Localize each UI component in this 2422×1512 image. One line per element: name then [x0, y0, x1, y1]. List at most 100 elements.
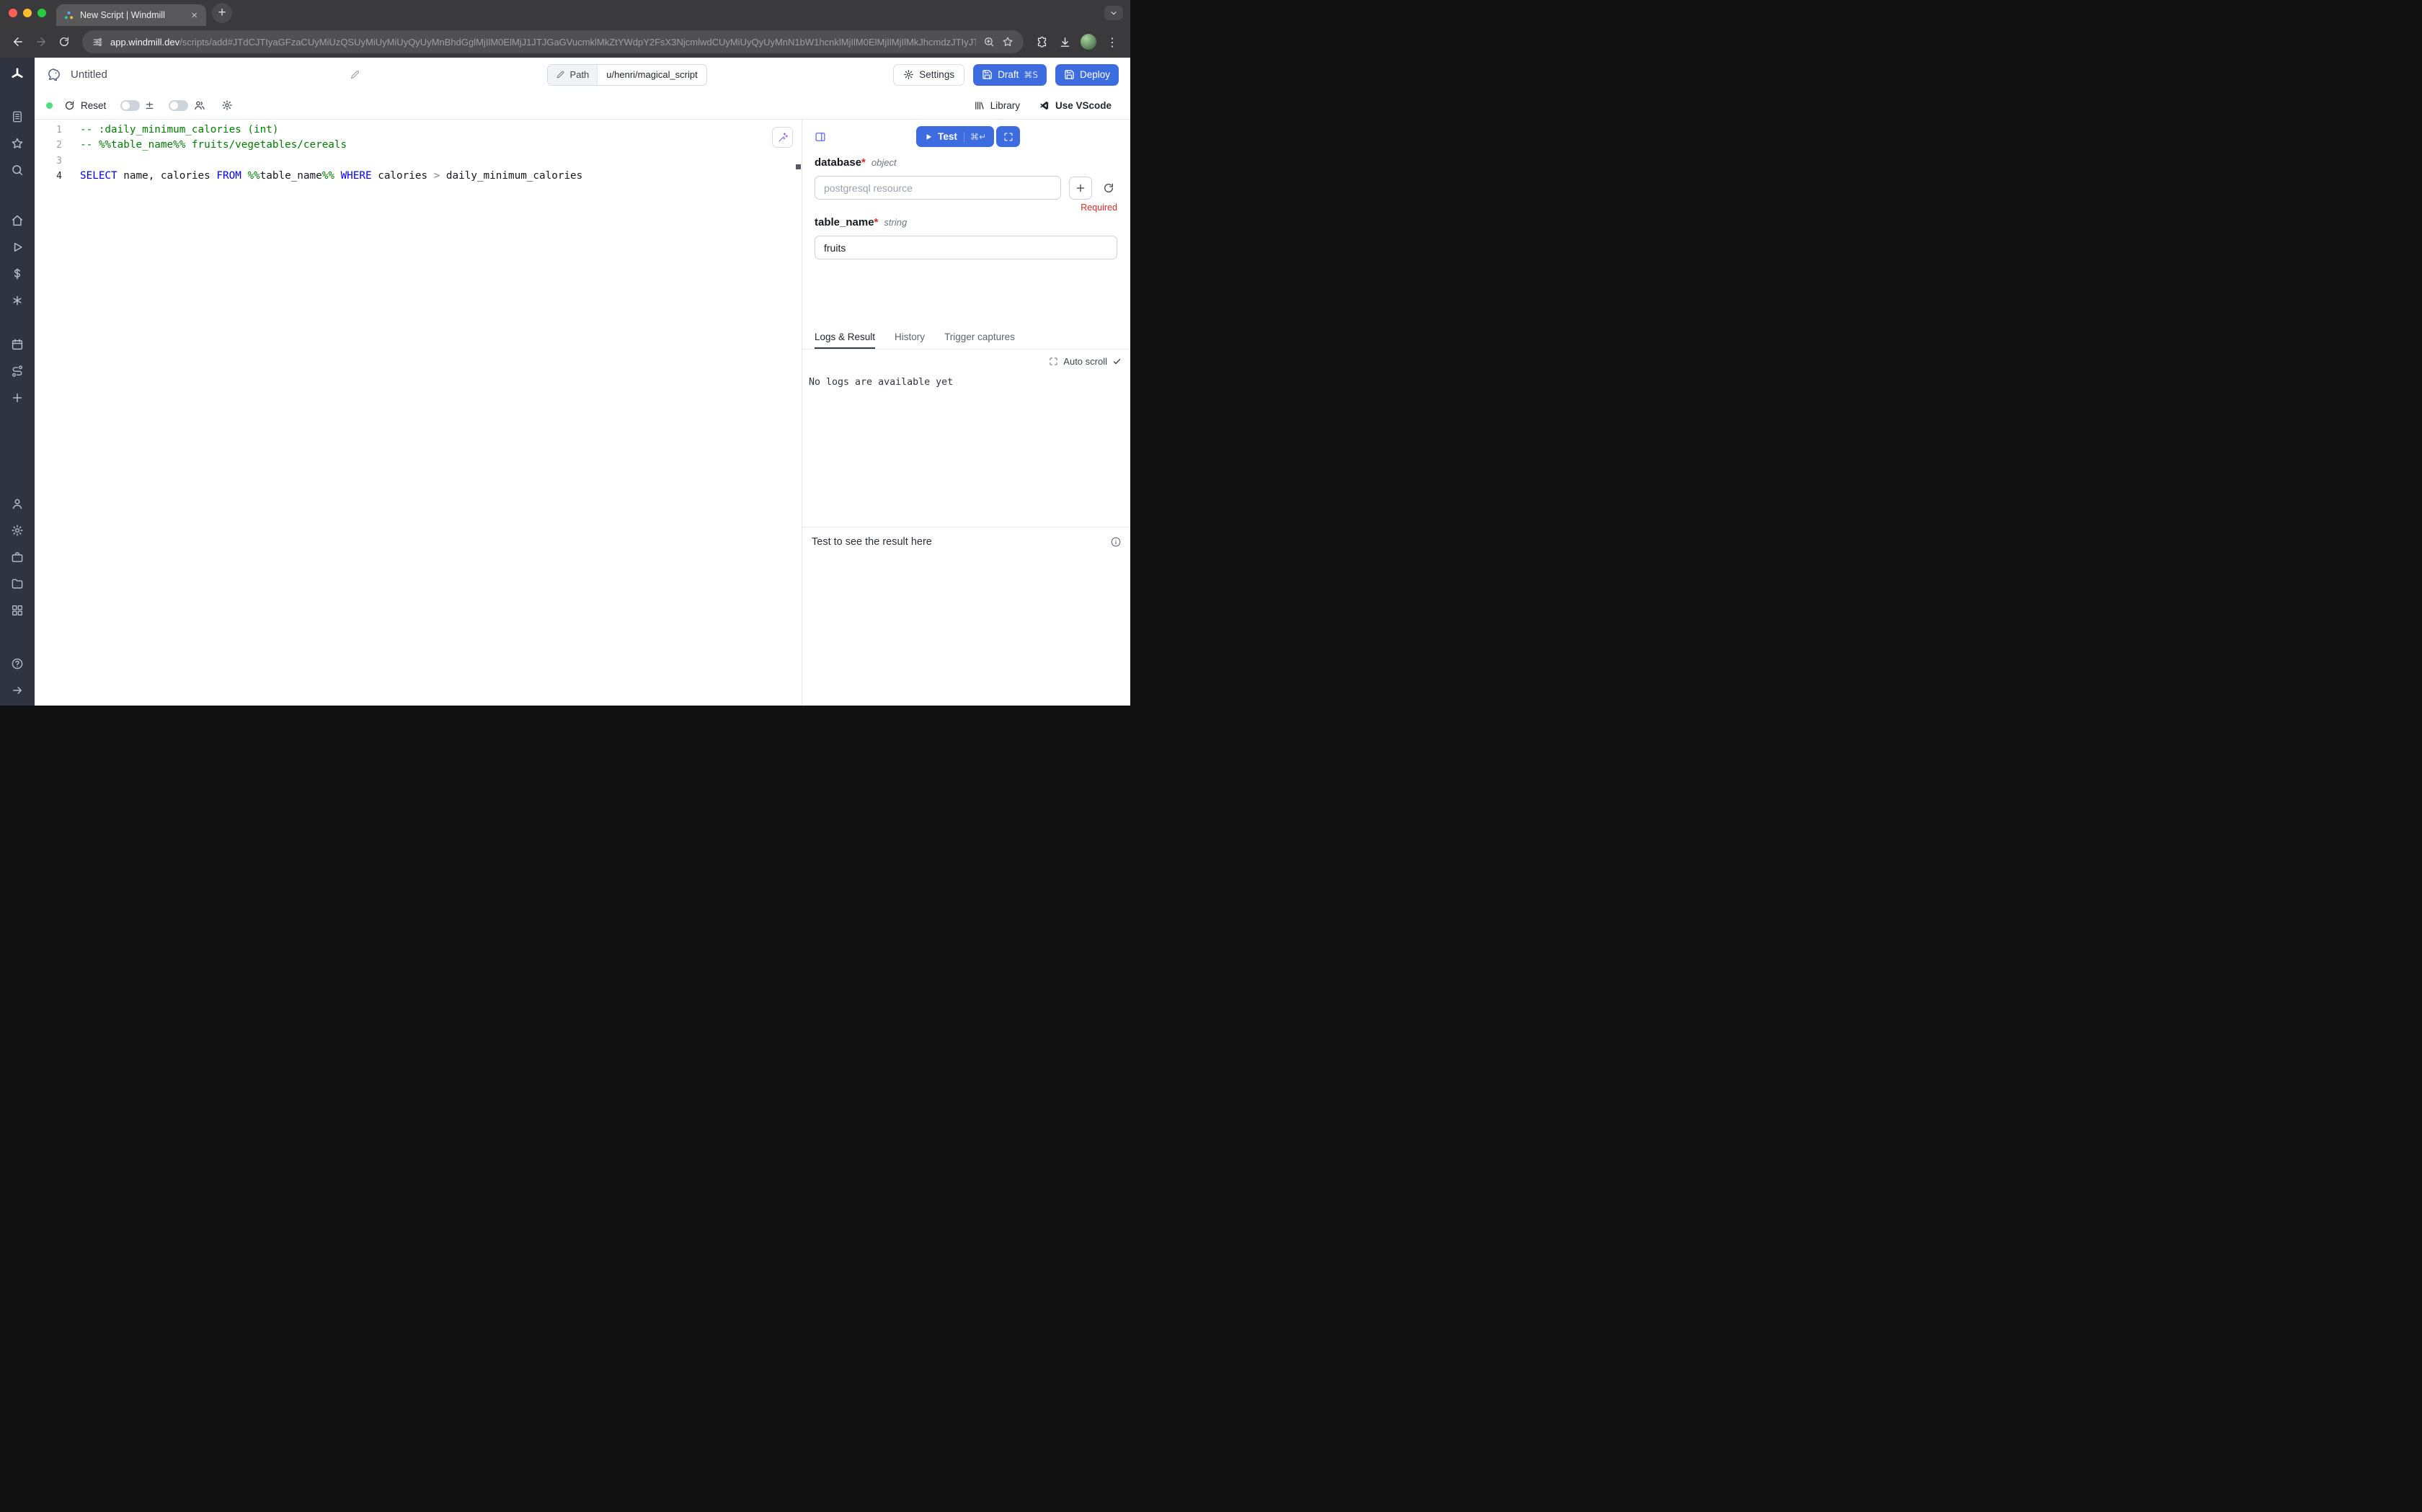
- window-controls: [0, 9, 46, 17]
- sidebar-item-play[interactable]: [11, 241, 24, 254]
- path-selector[interactable]: Path u/henri/magical_script: [547, 64, 707, 86]
- code-text: [62, 154, 80, 169]
- tab-search-button[interactable]: [1104, 6, 1123, 20]
- save-icon: [1064, 69, 1075, 80]
- tab-trigger-captures[interactable]: Trigger captures: [944, 332, 1015, 349]
- tab-strip: New Script | Windmill × +: [0, 0, 1130, 26]
- required-message: Required: [815, 203, 1117, 214]
- diff-toggle[interactable]: [120, 100, 140, 111]
- auto-scroll-label[interactable]: Auto scroll: [1063, 356, 1107, 367]
- sidebar-item-route[interactable]: [11, 365, 24, 378]
- reset-button[interactable]: Reset: [64, 100, 106, 111]
- site-settings-icon[interactable]: [92, 37, 103, 48]
- draft-button[interactable]: Draft ⌘S: [973, 64, 1047, 86]
- use-vscode-button[interactable]: Use VScode: [1039, 100, 1112, 111]
- refresh-resources-button[interactable]: [1100, 179, 1117, 197]
- code-line[interactable]: 3: [35, 154, 802, 169]
- profile-avatar[interactable]: [1081, 34, 1096, 50]
- minimize-window-button[interactable]: [23, 9, 32, 17]
- vscode-icon: [1039, 100, 1050, 111]
- run-panel: Test ⌘↵ database* object: [802, 120, 1130, 706]
- sidebar-item-calendar[interactable]: [11, 338, 24, 351]
- check-icon: [1112, 357, 1122, 366]
- code-line[interactable]: 4SELECT name, calories FROM %%table_name…: [35, 169, 802, 184]
- sidebar-item-folder[interactable]: [11, 577, 24, 590]
- add-resource-button[interactable]: [1069, 177, 1092, 200]
- field-label-table-name: table_name* string: [815, 216, 1117, 230]
- sidebar-item-search[interactable]: [11, 164, 24, 177]
- sidebar-item-gear[interactable]: [11, 524, 24, 537]
- reload-button[interactable]: [53, 31, 75, 53]
- sidebar-item-briefcase[interactable]: [11, 551, 24, 564]
- test-shortcut: ⌘↵: [964, 132, 986, 142]
- sidebar-item-user[interactable]: [11, 497, 24, 510]
- forward-button[interactable]: [30, 31, 52, 53]
- table-name-input[interactable]: [815, 236, 1117, 259]
- field-name: table_name*: [815, 216, 878, 228]
- code-line[interactable]: 2-- %%table_name%% fruits/vegetables/cer…: [35, 138, 802, 153]
- test-button-group: Test ⌘↵: [916, 126, 1020, 147]
- settings-button[interactable]: Settings: [893, 64, 964, 86]
- path-value: u/henri/magical_script: [597, 65, 706, 85]
- scrollbar-mark: [796, 164, 801, 169]
- tab-logs-result[interactable]: Logs & Result: [815, 332, 875, 349]
- windmill-logo[interactable]: [9, 66, 25, 84]
- back-icon: [12, 35, 25, 48]
- database-input[interactable]: [815, 176, 1061, 200]
- gear-icon: [11, 524, 24, 537]
- browser-tab[interactable]: New Script | Windmill ×: [56, 4, 206, 26]
- bookmark-icon[interactable]: [1002, 36, 1013, 48]
- code-lines: 1-- :daily_minimum_calories (int)2-- %%t…: [35, 123, 802, 184]
- sidebar-item-star[interactable]: [11, 137, 24, 150]
- collapse-panel-icon[interactable]: [815, 131, 826, 143]
- browser-menu-button[interactable]: ⋮: [1101, 31, 1123, 53]
- downloads-button[interactable]: [1054, 31, 1075, 53]
- expand-logs-icon[interactable]: [1049, 357, 1058, 366]
- test-button[interactable]: Test ⌘↵: [916, 126, 994, 147]
- field-type: object: [871, 157, 897, 168]
- gear-icon: [903, 69, 914, 80]
- expand-test-button[interactable]: [996, 126, 1020, 147]
- line-number: 3: [35, 154, 62, 169]
- deploy-button[interactable]: Deploy: [1055, 64, 1119, 86]
- required-star: *: [861, 156, 866, 169]
- script-title-input[interactable]: Untitled: [71, 68, 107, 81]
- zoom-icon[interactable]: [983, 36, 995, 48]
- settings-label: Settings: [919, 69, 954, 80]
- code-editor[interactable]: 1-- :daily_minimum_calories (int)2-- %%t…: [35, 120, 802, 706]
- back-button[interactable]: [7, 31, 29, 53]
- sidebar-item-arrowright[interactable]: [11, 684, 24, 697]
- zoom-window-button[interactable]: [37, 9, 46, 17]
- edit-title-icon[interactable]: [350, 69, 360, 80]
- status-dot: [46, 102, 53, 109]
- toggle-knob: [170, 102, 178, 110]
- close-window-button[interactable]: [9, 9, 17, 17]
- editor-settings-icon[interactable]: [221, 99, 233, 111]
- ai-assistant-button[interactable]: [772, 127, 793, 148]
- sidebar-item-dollar[interactable]: [11, 267, 24, 280]
- close-tab-icon[interactable]: ×: [190, 10, 199, 21]
- plus-icon: [1075, 182, 1086, 194]
- extensions-button[interactable]: [1031, 31, 1052, 53]
- tab-history[interactable]: History: [895, 332, 925, 349]
- sidebar-item-plus[interactable]: [11, 391, 24, 404]
- reload-icon: [58, 36, 70, 48]
- info-icon: [1110, 536, 1122, 548]
- path-edit-segment[interactable]: Path: [548, 65, 598, 85]
- sidebar-item-asterisk[interactable]: [11, 294, 24, 307]
- multiplayer-toggle[interactable]: [169, 100, 188, 111]
- field-type: string: [884, 217, 907, 228]
- sidebar-item-apps[interactable]: [11, 110, 24, 123]
- multiplayer-icon[interactable]: [194, 99, 205, 111]
- editor-toolbar: Reset ± Library Use VScode: [35, 92, 1130, 120]
- library-button[interactable]: Library: [974, 100, 1020, 111]
- url-bar[interactable]: app.windmill.dev/scripts/add#JTdCJTIyaGF…: [82, 30, 1024, 53]
- postgresql-icon: [46, 67, 62, 83]
- new-tab-button[interactable]: +: [212, 3, 232, 23]
- field-label-database: database* object: [815, 156, 1117, 170]
- code-line[interactable]: 1-- :daily_minimum_calories (int): [35, 123, 802, 138]
- sidebar-item-grid[interactable]: [11, 604, 24, 617]
- url-domain: app.windmill.dev: [110, 37, 179, 48]
- sidebar-item-help[interactable]: [11, 657, 24, 670]
- sidebar-item-home[interactable]: [11, 214, 24, 227]
